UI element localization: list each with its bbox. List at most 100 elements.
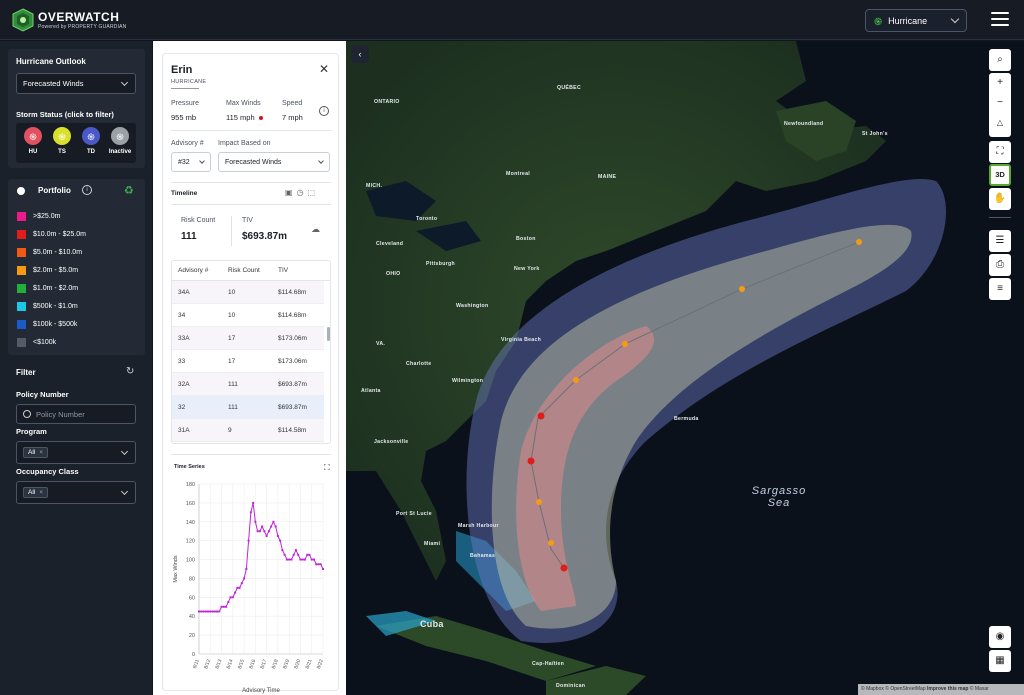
metric-value: 7 mph bbox=[282, 113, 303, 122]
x-tick-label: 8/16 bbox=[248, 658, 257, 669]
map-label: QUÉBEC bbox=[557, 85, 581, 91]
legend-swatch bbox=[17, 283, 26, 293]
table-row[interactable]: 34A 10 $114.68m bbox=[172, 281, 324, 304]
legend-label: <$100k bbox=[33, 338, 57, 346]
fullscreen-icon[interactable]: ⛶ bbox=[989, 141, 1011, 163]
download-icon[interactable]: ☁ bbox=[311, 224, 320, 235]
metric-value: 115 mph bbox=[226, 113, 263, 122]
status-inactive-button[interactable]: ֍ Inactive bbox=[107, 127, 133, 155]
table-row[interactable]: 34 10 $114.68m bbox=[172, 304, 324, 327]
table-scrollbar[interactable] bbox=[327, 327, 330, 341]
chevron-down-icon bbox=[120, 447, 129, 456]
search-icon[interactable]: ⌕ bbox=[989, 49, 1011, 71]
x-tick-label: 8/19 bbox=[282, 658, 291, 669]
zoom-out-icon[interactable]: − bbox=[989, 93, 1011, 113]
info-icon[interactable]: i bbox=[82, 185, 92, 195]
menu-icon[interactable] bbox=[991, 12, 1009, 26]
impact-select[interactable]: Forecasted Winds bbox=[218, 152, 330, 172]
status-hu-button[interactable]: ֍ HU bbox=[20, 127, 46, 155]
data-point bbox=[263, 530, 266, 533]
map-label: Montreal bbox=[506, 171, 531, 177]
map-label: ONTARIO bbox=[374, 99, 400, 105]
map-label: Marsh Harbour bbox=[458, 523, 499, 529]
data-point bbox=[310, 558, 313, 561]
map-label: Dominican bbox=[556, 683, 586, 689]
cell: $114.68m bbox=[278, 312, 307, 319]
cell: 34 bbox=[178, 312, 186, 319]
outlook-select[interactable]: Forecasted Winds bbox=[16, 73, 136, 94]
status-ts-button[interactable]: ֍ TS bbox=[49, 127, 75, 155]
status-label: TS bbox=[58, 149, 66, 155]
compass-icon[interactable]: △ bbox=[989, 113, 1011, 133]
info-icon[interactable]: i bbox=[319, 106, 329, 116]
table-row[interactable]: 33A 17 $173.06m bbox=[172, 327, 324, 350]
status-td-button[interactable]: ֍ TD bbox=[78, 127, 104, 155]
y-tick-label: 140 bbox=[186, 520, 195, 526]
expand-icon[interactable]: ⛶ bbox=[324, 463, 330, 473]
x-tick-label: 8/14 bbox=[226, 658, 235, 669]
portfolio-toggle[interactable] bbox=[17, 187, 25, 195]
y-axis-label: Max Winds bbox=[173, 555, 179, 582]
tropical-depression-icon: ֍ bbox=[82, 127, 100, 145]
collapse-panel-button[interactable]: ‹ bbox=[351, 45, 369, 63]
recycle-icon[interactable]: ♻ bbox=[124, 184, 134, 197]
print-icon[interactable]: ⎙ bbox=[989, 254, 1011, 276]
map-attribution[interactable]: © Mapbox © OpenStreetMap Improve this ma… bbox=[858, 684, 1024, 695]
occupancy-chip[interactable]: All × bbox=[23, 487, 49, 498]
list-icon[interactable]: ≡ bbox=[989, 278, 1011, 300]
reset-icon[interactable]: ↻ bbox=[126, 366, 134, 377]
clock-icon[interactable]: ◷ bbox=[297, 188, 308, 197]
hazard-select[interactable]: ֍ Hurricane bbox=[865, 9, 967, 32]
y-tick-label: 120 bbox=[186, 539, 195, 545]
map-style-icon[interactable]: ▦ bbox=[989, 650, 1011, 672]
close-icon[interactable]: × bbox=[39, 489, 43, 496]
data-point bbox=[227, 601, 230, 604]
inactive-storm-icon: ֍ bbox=[111, 127, 129, 145]
legend-item: $100k - $500k bbox=[17, 318, 77, 330]
status-dot-icon bbox=[258, 116, 263, 121]
timeline-title: Timeline bbox=[171, 190, 198, 197]
advisory-select[interactable]: #32 bbox=[171, 152, 211, 172]
data-point bbox=[267, 530, 270, 533]
y-tick-label: 80 bbox=[189, 576, 195, 582]
frame-icon[interactable]: ⬚ bbox=[308, 188, 320, 197]
close-icon[interactable]: × bbox=[39, 449, 43, 456]
table-row[interactable]: 33 17 $173.06m bbox=[172, 350, 324, 373]
map-view[interactable]: ‹ ONTARIO QUÉBEC Newfoundland St John's … bbox=[346, 41, 1024, 695]
track-point bbox=[537, 412, 545, 420]
3d-toggle-button[interactable]: 3D bbox=[989, 164, 1011, 186]
program-chip[interactable]: All × bbox=[23, 447, 49, 458]
layers-icon[interactable]: ☰ bbox=[989, 230, 1011, 252]
calendar-icon[interactable]: ▣ bbox=[285, 188, 297, 197]
table-row-selected[interactable]: 32 111 $693.87m bbox=[172, 396, 324, 419]
close-icon[interactable]: ✕ bbox=[319, 62, 329, 76]
pan-hand-icon[interactable]: ✋ bbox=[989, 188, 1011, 210]
occupancy-class-select[interactable]: All × bbox=[16, 481, 136, 504]
table-row[interactable]: 32A 111 $693.87m bbox=[172, 373, 324, 396]
data-point bbox=[276, 534, 279, 537]
data-point bbox=[211, 610, 214, 613]
table-row[interactable]: 31A 9 $114.58m bbox=[172, 419, 324, 442]
track-point bbox=[856, 239, 862, 245]
program-select[interactable]: All × bbox=[16, 441, 136, 464]
risk-count-value: 111 bbox=[181, 231, 197, 242]
occupancy-class-label: Occupancy Class bbox=[16, 467, 79, 476]
x-tick-label: 8/15 bbox=[237, 658, 246, 669]
chevron-down-icon bbox=[120, 78, 129, 87]
data-point bbox=[308, 553, 311, 556]
policy-number-input[interactable]: Policy Number bbox=[16, 404, 136, 424]
outlook-select-value: Forecasted Winds bbox=[23, 79, 84, 88]
zoom-in-icon[interactable]: + bbox=[989, 73, 1011, 93]
search-icon bbox=[23, 410, 31, 418]
series-line bbox=[199, 502, 324, 612]
data-point bbox=[236, 586, 239, 589]
track-point bbox=[536, 499, 542, 505]
data-point bbox=[315, 563, 318, 566]
data-point bbox=[272, 520, 275, 523]
cell: 32A bbox=[178, 381, 190, 388]
storm-title-underline bbox=[171, 88, 199, 89]
cell: $693.87m bbox=[278, 381, 307, 388]
eye-icon[interactable]: ◉ bbox=[989, 626, 1011, 648]
data-point bbox=[243, 577, 246, 580]
status-label: Inactive bbox=[108, 149, 132, 155]
